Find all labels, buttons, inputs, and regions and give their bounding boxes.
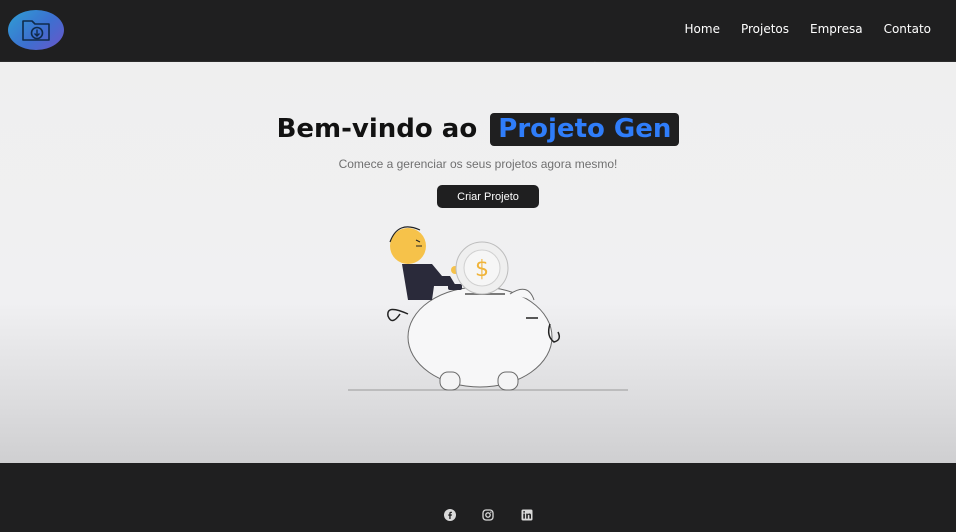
create-project-button[interactable]: Criar Projeto <box>437 185 539 208</box>
footer <box>0 463 956 532</box>
hero-title-highlight: Projeto Gen <box>490 113 680 146</box>
piggy-bank-body <box>407 286 553 388</box>
nav-link-contato[interactable]: Contato <box>884 22 931 36</box>
nav-link-projetos[interactable]: Projetos <box>741 22 789 36</box>
instagram-icon[interactable] <box>481 508 495 522</box>
logo[interactable] <box>8 10 64 50</box>
nav-link-home[interactable]: Home <box>685 22 720 36</box>
person-coin-piggy-bank-illustration: $ <box>348 226 628 391</box>
folder-download-icon <box>22 20 50 41</box>
hero-section: Bem-vindo ao Projeto Gen Comece a gerenc… <box>0 62 956 463</box>
navbar: Home Projetos Empresa Contato <box>0 0 956 62</box>
hero-subtitle: Comece a gerenciar os seus projetos agor… <box>338 157 618 171</box>
coin-dollar-sign: $ <box>475 257 489 282</box>
hero-title-prefix: Bem-vindo ao <box>276 114 478 144</box>
nav-link-empresa[interactable]: Empresa <box>810 22 863 36</box>
facebook-icon[interactable] <box>443 508 457 522</box>
main-nav: Home Projetos Empresa Contato <box>685 22 931 36</box>
linkedin-icon[interactable] <box>520 508 534 522</box>
hero-title: Bem-vindo ao Projeto Gen <box>0 113 956 146</box>
